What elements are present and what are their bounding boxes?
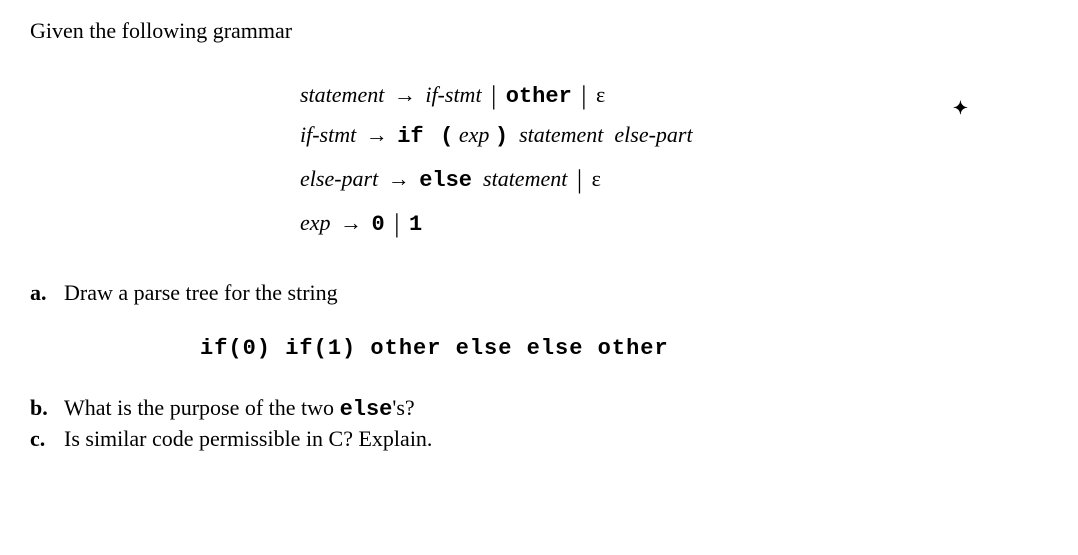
lhs-else-part: else-part <box>300 166 378 191</box>
alt-bar: | <box>573 165 586 194</box>
q-text-b: What is the purpose of the two else's? <box>64 395 1048 422</box>
terminal-one: 1 <box>409 212 422 237</box>
grammar-rule-4: exp → 0 | 1 <box>300 200 1048 244</box>
nt-statement: statement <box>478 166 568 191</box>
q-b-pre: What is the purpose of the two <box>64 395 340 420</box>
nt-statement: statement <box>514 122 604 147</box>
grammar-rule-3: else-part → else statement | ε <box>300 156 1048 200</box>
terminal-lparen: ( <box>440 124 453 149</box>
alt-bar: | <box>487 81 500 110</box>
lhs-statement: statement <box>300 82 384 107</box>
lhs-if-stmt: if-stmt <box>300 122 356 147</box>
q-b-code: else <box>340 397 393 422</box>
terminal-rparen: ) <box>495 124 508 149</box>
question-a: a. Draw a parse tree for the string <box>30 280 1048 306</box>
arrow-icon: → <box>362 122 392 147</box>
nt-exp: exp <box>459 122 490 147</box>
alt-bar: | <box>577 81 590 110</box>
q-b-post: 's? <box>392 395 414 420</box>
terminal-if: if <box>397 124 423 149</box>
epsilon: ε <box>592 166 601 191</box>
arrow-icon: → <box>390 82 420 107</box>
q-text-c: Is similar code permissible in C? Explai… <box>64 426 1048 452</box>
epsilon: ε <box>596 82 605 107</box>
lhs-exp: exp <box>300 210 331 235</box>
question-b: b. What is the purpose of the two else's… <box>30 395 1048 422</box>
q-label-c: c. <box>30 426 64 452</box>
terminal-else: else <box>419 168 472 193</box>
question-list: a. Draw a parse tree for the string if(0… <box>30 280 1048 452</box>
q-text-a: Draw a parse tree for the string <box>64 280 1048 306</box>
code-string: if(0) if(1) other else else other <box>200 336 1048 361</box>
q-label-b: b. <box>30 395 64 421</box>
arrow-icon: → <box>384 166 414 191</box>
grammar-rule-1: statement → if-stmt | other | ε <box>300 72 1048 116</box>
alt-bar: | <box>390 209 403 238</box>
rhs-if-stmt: if-stmt <box>425 82 481 107</box>
page-mark-icon: ✦ <box>953 98 968 119</box>
arrow-icon: → <box>336 210 366 235</box>
q-label-a: a. <box>30 280 64 306</box>
question-c: c. Is similar code permissible in C? Exp… <box>30 426 1048 452</box>
terminal-other: other <box>506 84 572 109</box>
grammar-rule-2: if-stmt → if ( exp ) statement else-part <box>300 116 1048 155</box>
nt-else-part: else-part <box>609 122 693 147</box>
terminal-zero: 0 <box>372 212 385 237</box>
grammar-block: statement → if-stmt | other | ε if-stmt … <box>300 72 1048 244</box>
intro-text: Given the following grammar <box>30 18 1048 44</box>
